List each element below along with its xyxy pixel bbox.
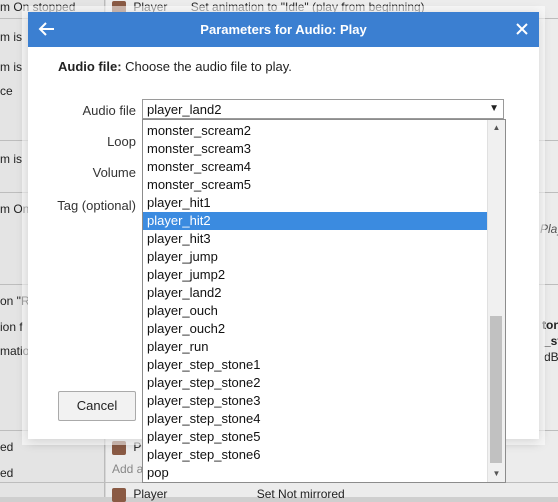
dropdown-scrollbar[interactable]: ▲ ▼ — [487, 120, 505, 482]
action-text: Set Not mirrored — [256, 487, 345, 501]
dropdown-option[interactable]: player_step_stone3 — [143, 392, 488, 410]
dropdown-option[interactable]: player_step_stone6 — [143, 446, 488, 464]
dropdown-option[interactable]: player_step_stone2 — [143, 374, 488, 392]
condition-row-fragment[interactable]: ce — [0, 84, 13, 98]
audio-file-value: player_land2 — [147, 102, 222, 117]
dialog-titlebar: Parameters for Audio: Play — [28, 12, 539, 47]
condition-row-fragment[interactable]: ed — [0, 466, 13, 480]
dropdown-option[interactable]: player_hit3 — [143, 230, 488, 248]
player-avatar-icon — [112, 487, 126, 502]
parameter-description: Audio file: Choose the audio file to pla… — [58, 59, 292, 74]
dropdown-option[interactable]: player_step_stone4 — [143, 410, 488, 428]
dropdown-option[interactable]: monster_scream5 — [143, 176, 488, 194]
action-row-bottom[interactable]: Player Set Not mirrored — [112, 487, 345, 502]
dropdown-option[interactable]: player_step_stone5 — [143, 428, 488, 446]
action-snippet: _st — [544, 334, 558, 348]
player-avatar-icon — [112, 440, 126, 455]
dropdown-option[interactable]: player_jump2 — [143, 266, 488, 284]
scrollbar-thumb[interactable] — [490, 316, 502, 463]
dropdown-option[interactable]: player_run — [143, 338, 488, 356]
chevron-down-icon: ▼ — [489, 103, 499, 114]
dropdown-option[interactable]: player_step_stone1 — [143, 356, 488, 374]
condition-row-fragment[interactable]: ion f — [0, 320, 23, 334]
dropdown-option[interactable]: pop — [143, 464, 488, 482]
condition-row-fragment[interactable]: m is — [0, 30, 22, 44]
loop-label: Loop — [107, 134, 136, 149]
dropdown-option[interactable]: player_jump — [143, 248, 488, 266]
dropdown-option[interactable]: monster_scream2 — [143, 122, 488, 140]
tag-label: Tag (optional) — [57, 198, 136, 213]
dropdown-option[interactable]: player_hit2 — [143, 212, 488, 230]
add-action-link[interactable]: Add a — [112, 462, 143, 476]
audio-file-select[interactable]: player_land2 ▼ — [142, 99, 504, 119]
close-icon[interactable] — [513, 20, 531, 38]
dropdown-option[interactable]: monster_scream4 — [143, 158, 488, 176]
condition-row-fragment[interactable]: m is — [0, 60, 22, 74]
action-object: Player — [133, 487, 168, 501]
condition-row-fragment[interactable]: m is — [0, 152, 22, 166]
dropdown-option[interactable]: monster_scream3 — [143, 140, 488, 158]
condition-row-fragment[interactable]: ed — [0, 440, 13, 454]
dialog-title: Parameters for Audio: Play — [200, 22, 367, 37]
dropdown-option[interactable]: player_hit1 — [143, 194, 488, 212]
action-snippet: Play — [540, 222, 558, 236]
description-text: Choose the audio file to play. — [121, 59, 292, 74]
action-snippet: dB — [544, 350, 558, 364]
scroll-down-icon[interactable]: ▼ — [488, 466, 505, 482]
dropdown-option[interactable]: player_land2 — [143, 284, 488, 302]
action-row-mid[interactable]: Pl — [112, 440, 144, 455]
action-snippet: tone2 — [542, 318, 558, 332]
audio-file-dropdown[interactable]: monster_scream2 monster_scream3 monster_sc… — [142, 119, 506, 483]
dropdown-option[interactable]: player_ouch2 — [143, 320, 488, 338]
dropdown-option[interactable]: player_ouch — [143, 302, 488, 320]
description-label: Audio file: — [58, 59, 122, 74]
audio-file-label: Audio file — [82, 103, 136, 118]
volume-label: Volume — [92, 165, 136, 180]
scroll-up-icon[interactable]: ▲ — [488, 120, 505, 136]
condition-row-fragment[interactable]: on "R — [0, 294, 30, 308]
cancel-button[interactable]: Cancel — [58, 391, 136, 421]
